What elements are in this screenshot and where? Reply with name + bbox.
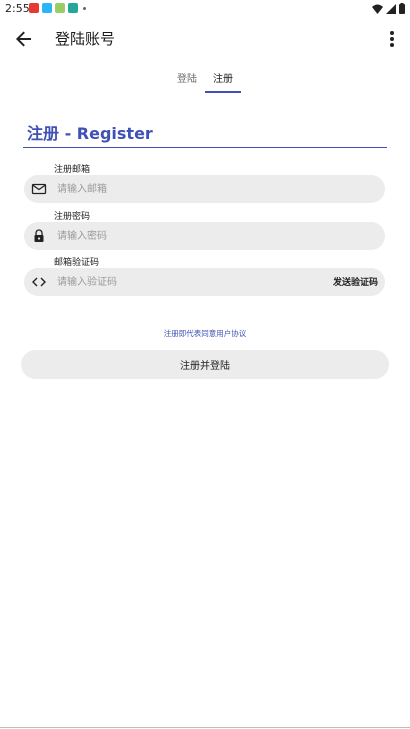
bottom-divider (0, 727, 410, 728)
more-options-icon[interactable] (386, 27, 398, 51)
password-input[interactable] (57, 222, 317, 250)
status-time: 2:55 (5, 2, 30, 15)
notification-app-icon (68, 3, 78, 13)
form-heading: 注册 - Register (27, 124, 153, 143)
register-login-button[interactable]: 注册并登陆 (21, 350, 389, 379)
email-input[interactable] (57, 175, 317, 203)
register-login-button-label: 注册并登陆 (180, 361, 230, 372)
notification-app-icon (42, 3, 52, 13)
tab-login[interactable]: 登陆 (170, 70, 204, 85)
tab-indicator (205, 91, 241, 93)
mail-icon (31, 183, 47, 195)
page-title: 登陆账号 (55, 30, 116, 48)
tab-register[interactable]: 注册 (205, 70, 241, 85)
heading-divider (23, 147, 387, 148)
notification-icons (29, 3, 86, 13)
tab-bar: 登陆 注册 (0, 64, 410, 96)
wifi-icon (372, 4, 383, 14)
notification-app-icon (55, 3, 65, 13)
app-bar: 登陆账号 (0, 18, 410, 60)
code-icon (32, 277, 46, 287)
code-input[interactable] (57, 268, 317, 296)
battery-icon (399, 3, 405, 14)
email-field[interactable] (24, 175, 385, 203)
send-code-button[interactable]: 发送验证码 (333, 275, 378, 288)
register-screen: 2:55 登陆账号 登陆 注册 注册 - Register 注册邮箱 请输入邮箱… (0, 0, 410, 729)
status-bar: 2:55 (0, 0, 410, 18)
more-notifications-dot-icon (83, 6, 86, 10)
lock-icon (34, 229, 44, 242)
password-label: 注册密码 (54, 212, 91, 222)
email-label: 注册邮箱 (54, 165, 91, 175)
code-field[interactable]: 发送验证码 (24, 268, 385, 296)
signal-icon (386, 3, 396, 14)
system-icons (372, 3, 405, 14)
password-field[interactable] (24, 222, 385, 250)
back-arrow-icon[interactable] (12, 27, 36, 51)
notification-app-icon (29, 3, 39, 13)
code-label: 邮箱验证码 (54, 258, 100, 268)
user-agreement-link[interactable]: 注册即代表同意用户协议 (0, 328, 410, 339)
